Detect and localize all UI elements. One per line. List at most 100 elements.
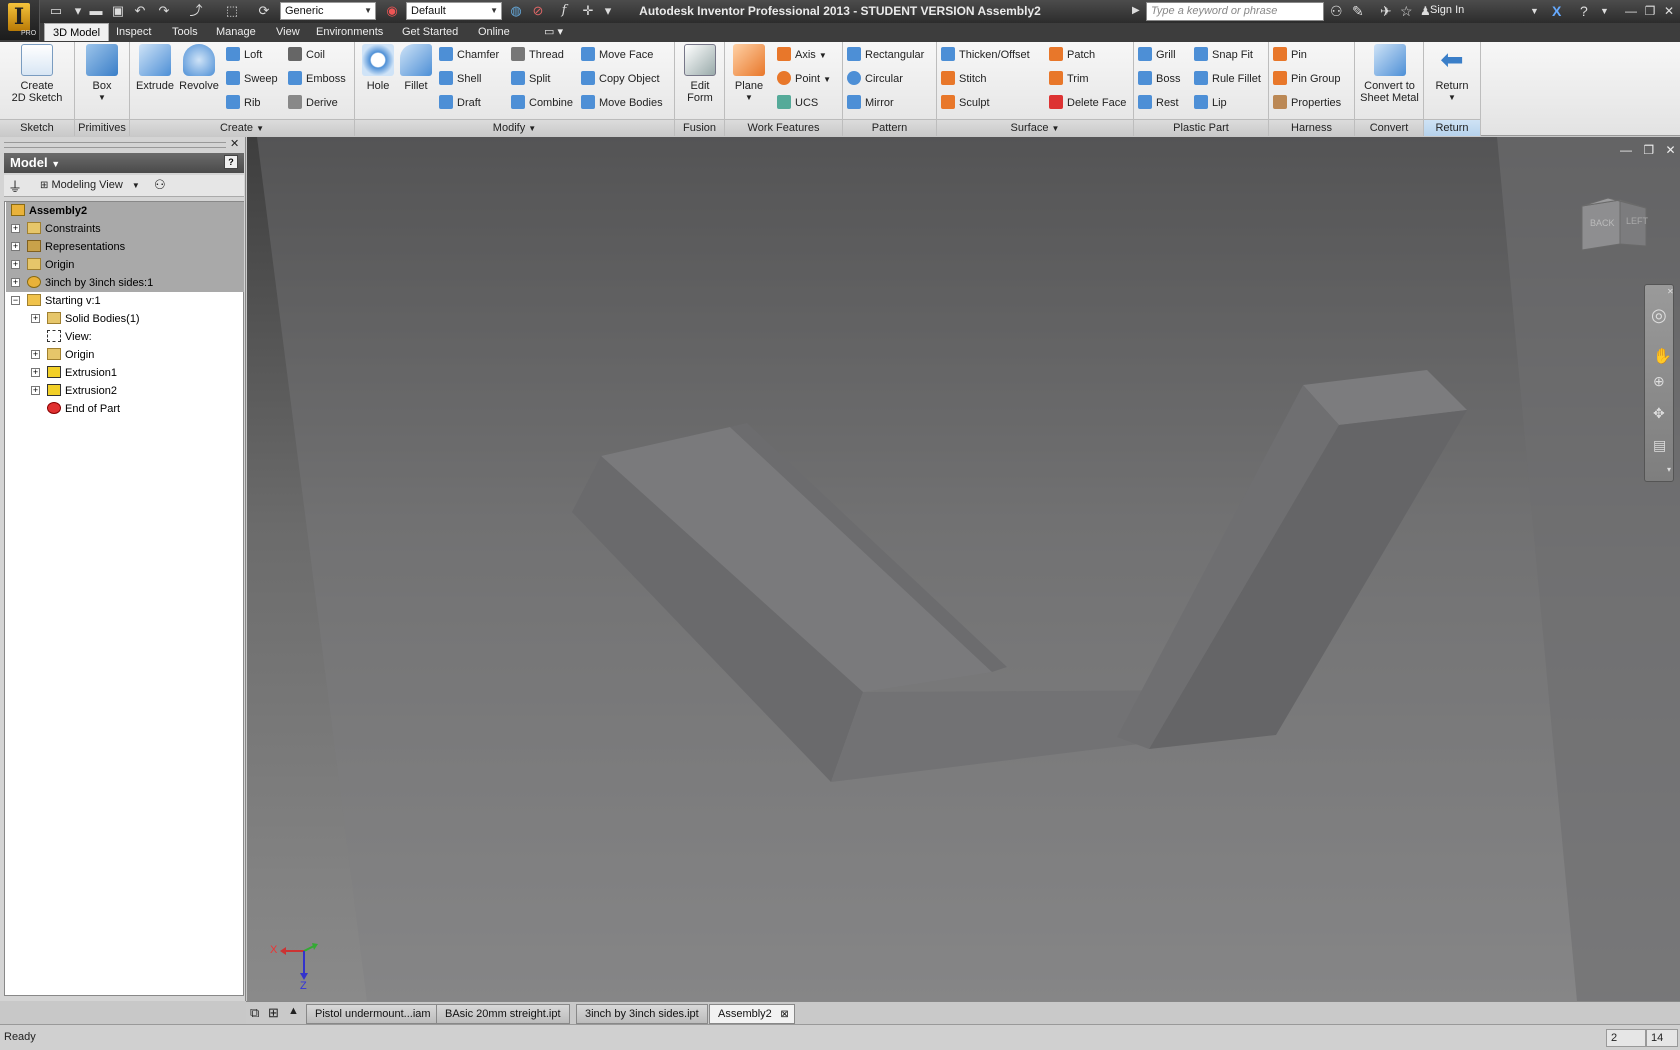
filter-icon[interactable]: ⏚	[8, 177, 22, 197]
viewcube[interactable]: BACK LEFT	[1580, 196, 1650, 256]
box-button[interactable]: Box ▼	[81, 44, 123, 104]
tree-node-starting[interactable]: Starting v:1	[27, 292, 101, 310]
axis-button[interactable]: Axis ▼	[777, 46, 827, 64]
navbar-customize-icon[interactable]: ▾	[1667, 465, 1671, 474]
cascade-windows-icon[interactable]: ⊞	[268, 1005, 279, 1021]
panel-modify-label[interactable]: Modify ▼	[355, 119, 674, 136]
dropdown-arrow-icon[interactable]: ▾	[70, 3, 86, 19]
open-file-icon[interactable]: ▬	[88, 3, 104, 19]
rectangular-pattern-button[interactable]: Rectangular	[847, 46, 924, 64]
view-mode-dropdown[interactable]: ⊞ Modeling View ▼	[40, 179, 140, 191]
new-file-icon[interactable]: ▭	[48, 3, 64, 19]
loft-button[interactable]: Loft	[226, 46, 262, 64]
chevron-down-icon[interactable]: ▼	[1530, 3, 1539, 19]
model-browser-header[interactable]: Model ▼	[4, 153, 244, 173]
boss-button[interactable]: Boss	[1138, 70, 1180, 88]
mirror-button[interactable]: Mirror	[847, 94, 894, 112]
chamfer-button[interactable]: Chamfer	[439, 46, 499, 64]
rib-button[interactable]: Rib	[226, 94, 261, 112]
fillet-button[interactable]: Fillet	[397, 44, 435, 92]
viewport-close-icon[interactable]: ✕	[1665, 143, 1675, 157]
expand-icon[interactable]: +	[31, 314, 40, 323]
delete-face-button[interactable]: Delete Face	[1049, 94, 1126, 112]
expand-icon[interactable]: +	[11, 260, 20, 269]
orbit-icon[interactable]: ✥	[1653, 405, 1665, 422]
doc-tab-pistol-undermount[interactable]: Pistol undermount...iam	[306, 1004, 440, 1024]
steering-wheel-icon[interactable]: ◎	[1651, 305, 1667, 326]
close-icon[interactable]: ✕	[1660, 2, 1678, 20]
tab-tools[interactable]: Tools	[164, 23, 206, 41]
pan-icon[interactable]: ✋	[1653, 347, 1672, 365]
thicken-offset-button[interactable]: Thicken/Offset	[941, 46, 1030, 64]
patch-button[interactable]: Patch	[1049, 46, 1095, 64]
pin-button[interactable]: Pin	[1273, 46, 1307, 64]
sculpt-button[interactable]: Sculpt	[941, 94, 990, 112]
hole-button[interactable]: Hole	[359, 44, 397, 92]
tab-3d-model[interactable]: 3D Model	[44, 23, 110, 41]
help-icon[interactable]: ?	[1580, 3, 1588, 19]
thread-button[interactable]: Thread	[511, 46, 564, 64]
return-button[interactable]: ⬅ Return ▼	[1428, 44, 1476, 104]
rest-button[interactable]: Rest	[1138, 94, 1179, 112]
expand-icon[interactable]: +	[11, 242, 20, 251]
tree-node-extrusion2[interactable]: Extrusion2	[47, 382, 117, 400]
tab-online[interactable]: Online	[470, 23, 518, 41]
look-at-icon[interactable]: ▤	[1653, 437, 1666, 454]
tree-node-assembly2[interactable]: Assembly2	[11, 202, 87, 220]
stitch-button[interactable]: Stitch	[941, 70, 987, 88]
expand-icon[interactable]: +	[11, 224, 20, 233]
harness-properties-button[interactable]: Properties	[1273, 94, 1341, 112]
binoculars-icon[interactable]: ⚇	[1330, 3, 1343, 19]
tab-close-icon[interactable]: ⊠	[780, 1005, 788, 1024]
tree-node-representations[interactable]: Representations	[27, 238, 125, 256]
trim-button[interactable]: Trim	[1049, 70, 1089, 88]
minimize-icon[interactable]: —	[1622, 2, 1640, 20]
tab-environments[interactable]: Environments	[308, 23, 391, 41]
material-dropdown[interactable]: Generic ▼	[280, 2, 376, 20]
expand-icon[interactable]: +	[11, 278, 20, 287]
application-menu-button[interactable]: I PRO	[0, 0, 40, 40]
sign-in-link[interactable]: Sign In	[1430, 4, 1464, 16]
tab-manage[interactable]: Manage	[208, 23, 264, 41]
panel-create-label[interactable]: Create ▼	[130, 119, 354, 136]
split-button[interactable]: Split	[511, 70, 550, 88]
viewport-restore-icon[interactable]: ❐	[1643, 143, 1654, 157]
pin-group-button[interactable]: Pin Group	[1273, 70, 1341, 88]
combine-button[interactable]: Combine	[511, 94, 573, 112]
circular-pattern-button[interactable]: Circular	[847, 70, 903, 88]
redo-icon[interactable]: ↷	[156, 3, 172, 19]
exchange-icon[interactable]: X	[1552, 3, 1561, 19]
coil-button[interactable]: Coil	[288, 46, 325, 64]
tab-menu-icon[interactable]: ▲	[288, 1005, 299, 1017]
navbar-close-icon[interactable]: ✕	[1667, 287, 1674, 296]
save-icon[interactable]: ▣	[110, 3, 126, 19]
edit-form-button[interactable]: Edit Form	[679, 44, 721, 104]
create-2d-sketch-button[interactable]: Create 2D Sketch	[6, 44, 68, 104]
derive-button[interactable]: Derive	[288, 94, 338, 112]
expand-icon[interactable]: +	[31, 368, 40, 377]
tree-node-end-of-part[interactable]: End of Part	[47, 400, 120, 418]
find-binoculars-icon[interactable]: ⚇	[154, 177, 166, 193]
convert-to-sheet-metal-button[interactable]: Convert to Sheet Metal	[1357, 44, 1422, 104]
graphics-viewport[interactable]	[247, 137, 1680, 1001]
extrude-button[interactable]: Extrude	[134, 44, 176, 92]
select-icon[interactable]: ⬚	[224, 3, 240, 19]
update-icon[interactable]: ⟳	[256, 3, 272, 19]
browser-help-icon[interactable]: ?	[224, 155, 238, 169]
zoom-icon[interactable]: ⊕	[1653, 373, 1665, 390]
communication-icon[interactable]: ✈	[1380, 3, 1392, 19]
tree-node-3inch-sides[interactable]: 3inch by 3inch sides:1	[27, 274, 153, 292]
tree-node-origin[interactable]: Origin	[27, 256, 74, 274]
appearance-icon[interactable]: ◉	[384, 3, 400, 19]
shell-button[interactable]: Shell	[439, 70, 481, 88]
ribbon-display-options-icon[interactable]: ▭ ▾	[536, 23, 571, 41]
tab-view[interactable]: View	[268, 23, 308, 41]
help-dropdown-icon[interactable]: ▼	[1600, 3, 1609, 19]
appearance-dropdown[interactable]: Default ▼	[406, 2, 502, 20]
panel-surface-label[interactable]: Surface ▼	[937, 119, 1133, 136]
collapse-icon[interactable]: −	[11, 296, 20, 305]
help-search-input[interactable]: Type a keyword or phrase	[1146, 2, 1324, 21]
clear-icon[interactable]: ⊘	[530, 3, 546, 19]
grill-button[interactable]: Grill	[1138, 46, 1176, 64]
browser-close-icon[interactable]: ✕	[230, 137, 239, 150]
